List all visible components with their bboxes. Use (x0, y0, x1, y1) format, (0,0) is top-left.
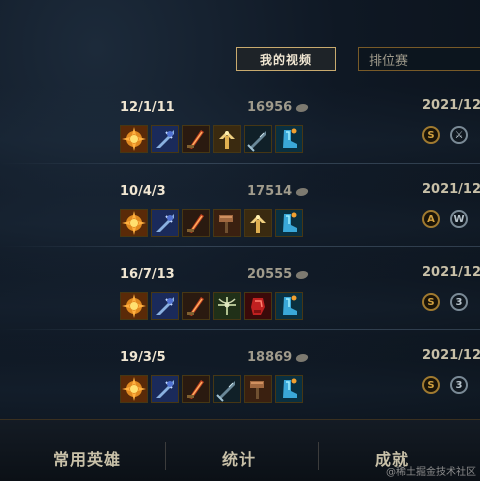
match-badges: S ⚔ (422, 126, 468, 144)
tab-statistics[interactable]: 统计 (222, 446, 256, 470)
kda-text: 16/7/13 (120, 267, 175, 282)
kda-text: 19/3/5 (120, 350, 166, 365)
sunfire-item-icon[interactable] (120, 209, 148, 237)
boots-item-icon[interactable] (275, 209, 303, 237)
blade-item-icon[interactable] (182, 375, 210, 403)
tab-divider (165, 442, 166, 470)
role-badge-icon: ⚔ (450, 126, 468, 144)
sword-item-icon[interactable] (244, 125, 272, 153)
gold-coin-icon (295, 187, 310, 196)
top-toolbar: 我的视频 排位赛 (0, 47, 480, 75)
match-badges: S3 (422, 376, 468, 394)
gold-coin-icon (295, 270, 310, 279)
tab-common-champions[interactable]: 常用英雄 (53, 446, 121, 470)
spear-item-icon[interactable] (151, 125, 179, 153)
grade-badge-icon: A (422, 210, 440, 228)
sunfire-item-icon[interactable] (120, 375, 148, 403)
kda-text: 10/4/3 (120, 184, 166, 199)
boots-item-icon[interactable] (275, 125, 303, 153)
gold-coin-icon (295, 353, 310, 362)
match-date: 2021/12 (422, 348, 480, 363)
gold-coin-icon (295, 103, 310, 112)
blade-item-icon[interactable] (182, 209, 210, 237)
item-build (120, 125, 303, 153)
watermark: @稀土掘金技术社区 (386, 467, 476, 478)
hammer-item-icon[interactable] (213, 209, 241, 237)
spear-item-icon[interactable] (151, 292, 179, 320)
angel-item-icon[interactable] (213, 125, 241, 153)
my-videos-button[interactable]: 我的视频 (236, 47, 336, 71)
match-badges: AW (422, 210, 468, 228)
spear-item-icon[interactable] (151, 209, 179, 237)
match-date: 2021/12 (422, 265, 480, 280)
grade-badge-icon: S (422, 376, 440, 394)
boots-item-icon[interactable] (275, 292, 303, 320)
bottom-nav: 常用英雄 统计 成就 @稀土掘金技术社区 (0, 419, 480, 481)
blade-item-icon[interactable] (182, 292, 210, 320)
sunfire-item-icon[interactable] (120, 292, 148, 320)
match-row[interactable]: 16/7/13 20555 2021/12 S 3 (0, 246, 480, 361)
gold-earned: 17514 (247, 184, 310, 199)
sunfire-item-icon[interactable] (120, 125, 148, 153)
gold-earned: 20555 (247, 267, 310, 282)
gold-value: 18869 (247, 350, 293, 365)
tab-divider (318, 442, 319, 470)
grade-badge-icon: S (422, 126, 440, 144)
spear-item-icon[interactable] (151, 375, 179, 403)
gold-value: 17514 (247, 184, 293, 199)
row-divider (0, 246, 480, 247)
sword-item-icon[interactable] (213, 375, 241, 403)
item-build (120, 292, 303, 320)
match-row[interactable]: 10/4/3 17514 2021/12 A W (0, 163, 480, 278)
boots-item-icon[interactable] (275, 375, 303, 403)
match-date: 2021/12 (422, 98, 480, 113)
match-badges: S3 (422, 293, 468, 311)
angel-item-icon[interactable] (244, 209, 272, 237)
gold-value: 20555 (247, 267, 293, 282)
queue-type-select[interactable]: 排位赛 (358, 47, 480, 71)
gold-earned: 16956 (247, 100, 310, 115)
role-badge-icon: 3 (450, 376, 468, 394)
crossbow-item-icon[interactable] (213, 292, 241, 320)
blade-item-icon[interactable] (182, 125, 210, 153)
kda-text: 12/1/11 (120, 100, 175, 115)
gauntlet-item-icon[interactable] (244, 292, 272, 320)
match-row[interactable]: 19/3/5 18869 2021/12 S 3 (0, 329, 480, 444)
hammer-item-icon[interactable] (244, 375, 272, 403)
gold-value: 16956 (247, 100, 293, 115)
role-badge-icon: W (450, 210, 468, 228)
match-row[interactable]: 12/1/11 16956 2021/12 S ⚔ (0, 86, 480, 194)
grade-badge-icon: S (422, 293, 440, 311)
row-divider (0, 329, 480, 330)
item-build (120, 209, 303, 237)
role-badge-icon: 3 (450, 293, 468, 311)
item-build (120, 375, 303, 403)
row-divider (0, 163, 480, 164)
match-date: 2021/12 (422, 182, 480, 197)
gold-earned: 18869 (247, 350, 310, 365)
